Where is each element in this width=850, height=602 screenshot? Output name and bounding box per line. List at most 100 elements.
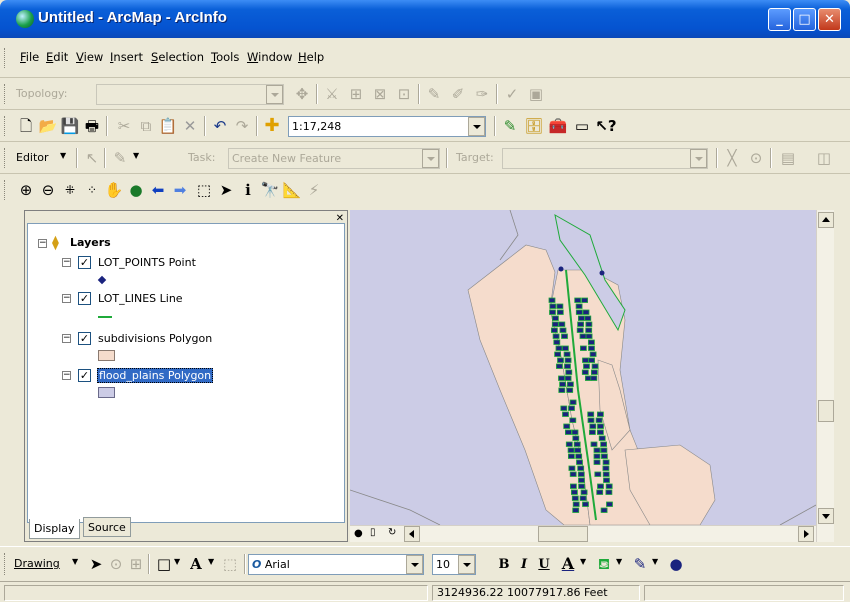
zoom-out-icon[interactable]: ⊖ <box>38 180 58 200</box>
fixed-zoom-in-icon[interactable]: ⁜ <box>60 180 80 200</box>
fixed-zoom-out-icon[interactable]: ⁘ <box>82 180 102 200</box>
select-features-icon[interactable]: ⬚ <box>194 180 214 200</box>
layer-subdivisions[interactable]: subdivisions Polygon <box>98 332 212 345</box>
map-display[interactable] <box>350 210 816 525</box>
lot-building <box>571 495 579 501</box>
open-folder-icon[interactable]: 📂 <box>38 116 58 136</box>
arctoolbox-icon[interactable]: 🧰 <box>548 116 568 136</box>
tab-display[interactable]: Display <box>29 519 80 539</box>
collapse-icon[interactable]: − <box>62 258 71 267</box>
zoom-whole-page-icon[interactable]: ⊞ <box>126 554 146 574</box>
layer-lot-points[interactable]: LOT_POINTS Point <box>98 256 196 269</box>
edit-vertices-icon[interactable]: ⬚ <box>220 554 240 574</box>
drawing-menu[interactable]: Drawing <box>14 557 60 570</box>
identify-icon[interactable]: ℹ <box>238 180 258 200</box>
menu-help[interactable]: Help <box>298 50 324 64</box>
back-extent-icon[interactable]: ⬅ <box>148 180 168 200</box>
scroll-thumb[interactable] <box>818 400 834 422</box>
menu-edit[interactable]: Edit <box>46 50 68 64</box>
italic-icon[interactable]: I <box>514 554 534 574</box>
layer-checkbox[interactable]: ✓ <box>78 332 91 345</box>
collapse-icon[interactable]: − <box>62 334 71 343</box>
scroll-right-button[interactable] <box>798 526 814 542</box>
sketch-dropdown-icon[interactable]: ▼ <box>133 151 139 160</box>
pan-icon[interactable]: ✋ <box>104 180 124 200</box>
layers-root[interactable]: Layers <box>70 236 111 249</box>
collapse-icon[interactable]: − <box>62 294 71 303</box>
map-vertical-scrollbar[interactable] <box>816 210 834 542</box>
sketch-tool-icon[interactable]: ✎ <box>110 148 130 168</box>
rotate-element-icon[interactable]: ⊙ <box>106 554 126 574</box>
undo-icon[interactable]: ↶ <box>210 116 230 136</box>
layer-checkbox[interactable]: ✓ <box>78 256 91 269</box>
scroll-down-button[interactable] <box>818 508 834 524</box>
measure-icon[interactable]: 📐 <box>282 180 302 200</box>
layer-flood-plains[interactable]: flood_plains Polygon <box>97 368 214 383</box>
underline-icon[interactable]: U <box>534 554 554 574</box>
full-extent-icon[interactable]: ● <box>126 180 146 200</box>
add-data-icon[interactable]: ✚ <box>262 116 282 136</box>
new-document-icon[interactable]: 🗋 <box>16 116 36 136</box>
menu-view[interactable]: View <box>76 50 103 64</box>
hyperlink-icon[interactable]: ⚡ <box>304 180 324 200</box>
font-size-combo[interactable]: 10 <box>432 554 476 575</box>
layer-checkbox[interactable]: ✓ <box>78 369 91 382</box>
map-scale-combo[interactable]: 1:17,248 <box>288 116 486 137</box>
dropdown-arrow-icon[interactable] <box>458 555 475 574</box>
data-view-icon[interactable]: ● <box>354 528 363 539</box>
tab-source[interactable]: Source <box>83 517 131 537</box>
command-line-icon[interactable]: ▭ <box>572 116 592 136</box>
cut-icon[interactable]: ✂ <box>114 116 134 136</box>
layer-checkbox[interactable]: ✓ <box>78 292 91 305</box>
fill-color-dropdown-icon[interactable]: ▼ <box>616 557 622 566</box>
print-icon[interactable]: 🖶 <box>82 116 102 136</box>
maximize-button[interactable]: □ <box>793 8 816 31</box>
refresh-icon[interactable]: ↻ <box>388 527 396 538</box>
select-elements-icon[interactable]: ➤ <box>216 180 236 200</box>
forward-extent-icon[interactable]: ➡ <box>170 180 190 200</box>
text-dropdown-icon[interactable]: ▼ <box>208 557 214 566</box>
collapse-icon[interactable]: − <box>62 371 71 380</box>
scroll-left-button[interactable] <box>404 526 420 542</box>
font-color-dropdown-icon[interactable]: ▼ <box>580 557 586 566</box>
scroll-up-button[interactable] <box>818 212 834 228</box>
find-icon[interactable]: 🔭 <box>260 180 280 200</box>
editor-dropdown-icon[interactable]: ▼ <box>60 151 66 160</box>
bold-icon[interactable]: B <box>494 554 514 574</box>
edit-tool-icon[interactable]: ↖ <box>82 148 102 168</box>
editor-menu[interactable]: Editor <box>16 151 49 164</box>
layer-lot-lines[interactable]: LOT_LINES Line <box>98 292 183 305</box>
dropdown-arrow-icon[interactable] <box>406 555 423 574</box>
close-button[interactable]: ✕ <box>818 8 841 31</box>
rectangle-icon[interactable]: □ <box>154 554 174 574</box>
editor-toolbar-icon[interactable]: ✎ <box>500 116 520 136</box>
font-combo[interactable]: O Arial <box>248 554 424 575</box>
minimize-button[interactable]: _ <box>768 8 791 31</box>
menu-window[interactable]: Window <box>247 50 292 64</box>
drawing-dropdown-icon[interactable]: ▼ <box>72 557 78 566</box>
zoom-in-icon[interactable]: ⊕ <box>16 180 36 200</box>
line-color-dropdown-icon[interactable]: ▼ <box>652 557 658 566</box>
line-color-icon[interactable]: ✎ <box>630 554 650 574</box>
collapse-icon[interactable]: − <box>38 239 47 248</box>
arccatalog-icon[interactable]: 🗄 <box>524 116 544 136</box>
redo-icon[interactable]: ↷ <box>232 116 252 136</box>
horizontal-scroll-thumb[interactable] <box>538 526 588 542</box>
new-text-icon[interactable]: A <box>186 554 206 574</box>
save-icon[interactable]: 💾 <box>60 116 80 136</box>
menu-insert[interactable]: Insert <box>110 50 143 64</box>
menu-tools[interactable]: Tools <box>211 50 239 64</box>
menu-file[interactable]: File <box>20 50 39 64</box>
menu-selection[interactable]: Selection <box>151 50 204 64</box>
fill-color-icon[interactable]: ⛾ <box>594 554 614 574</box>
dropdown-arrow-icon[interactable] <box>468 117 485 136</box>
marker-color-icon[interactable]: ● <box>666 554 686 574</box>
delete-icon[interactable]: ✕ <box>180 116 200 136</box>
whats-this-icon[interactable]: ↖? <box>595 116 616 136</box>
copy-icon[interactable]: ⧉ <box>136 116 156 136</box>
paste-icon[interactable]: 📋 <box>158 116 178 136</box>
layout-view-icon[interactable]: ▯ <box>370 527 376 538</box>
select-elements-icon[interactable]: ➤ <box>86 554 106 574</box>
font-color-icon[interactable]: A <box>558 554 578 574</box>
shape-dropdown-icon[interactable]: ▼ <box>174 557 180 566</box>
